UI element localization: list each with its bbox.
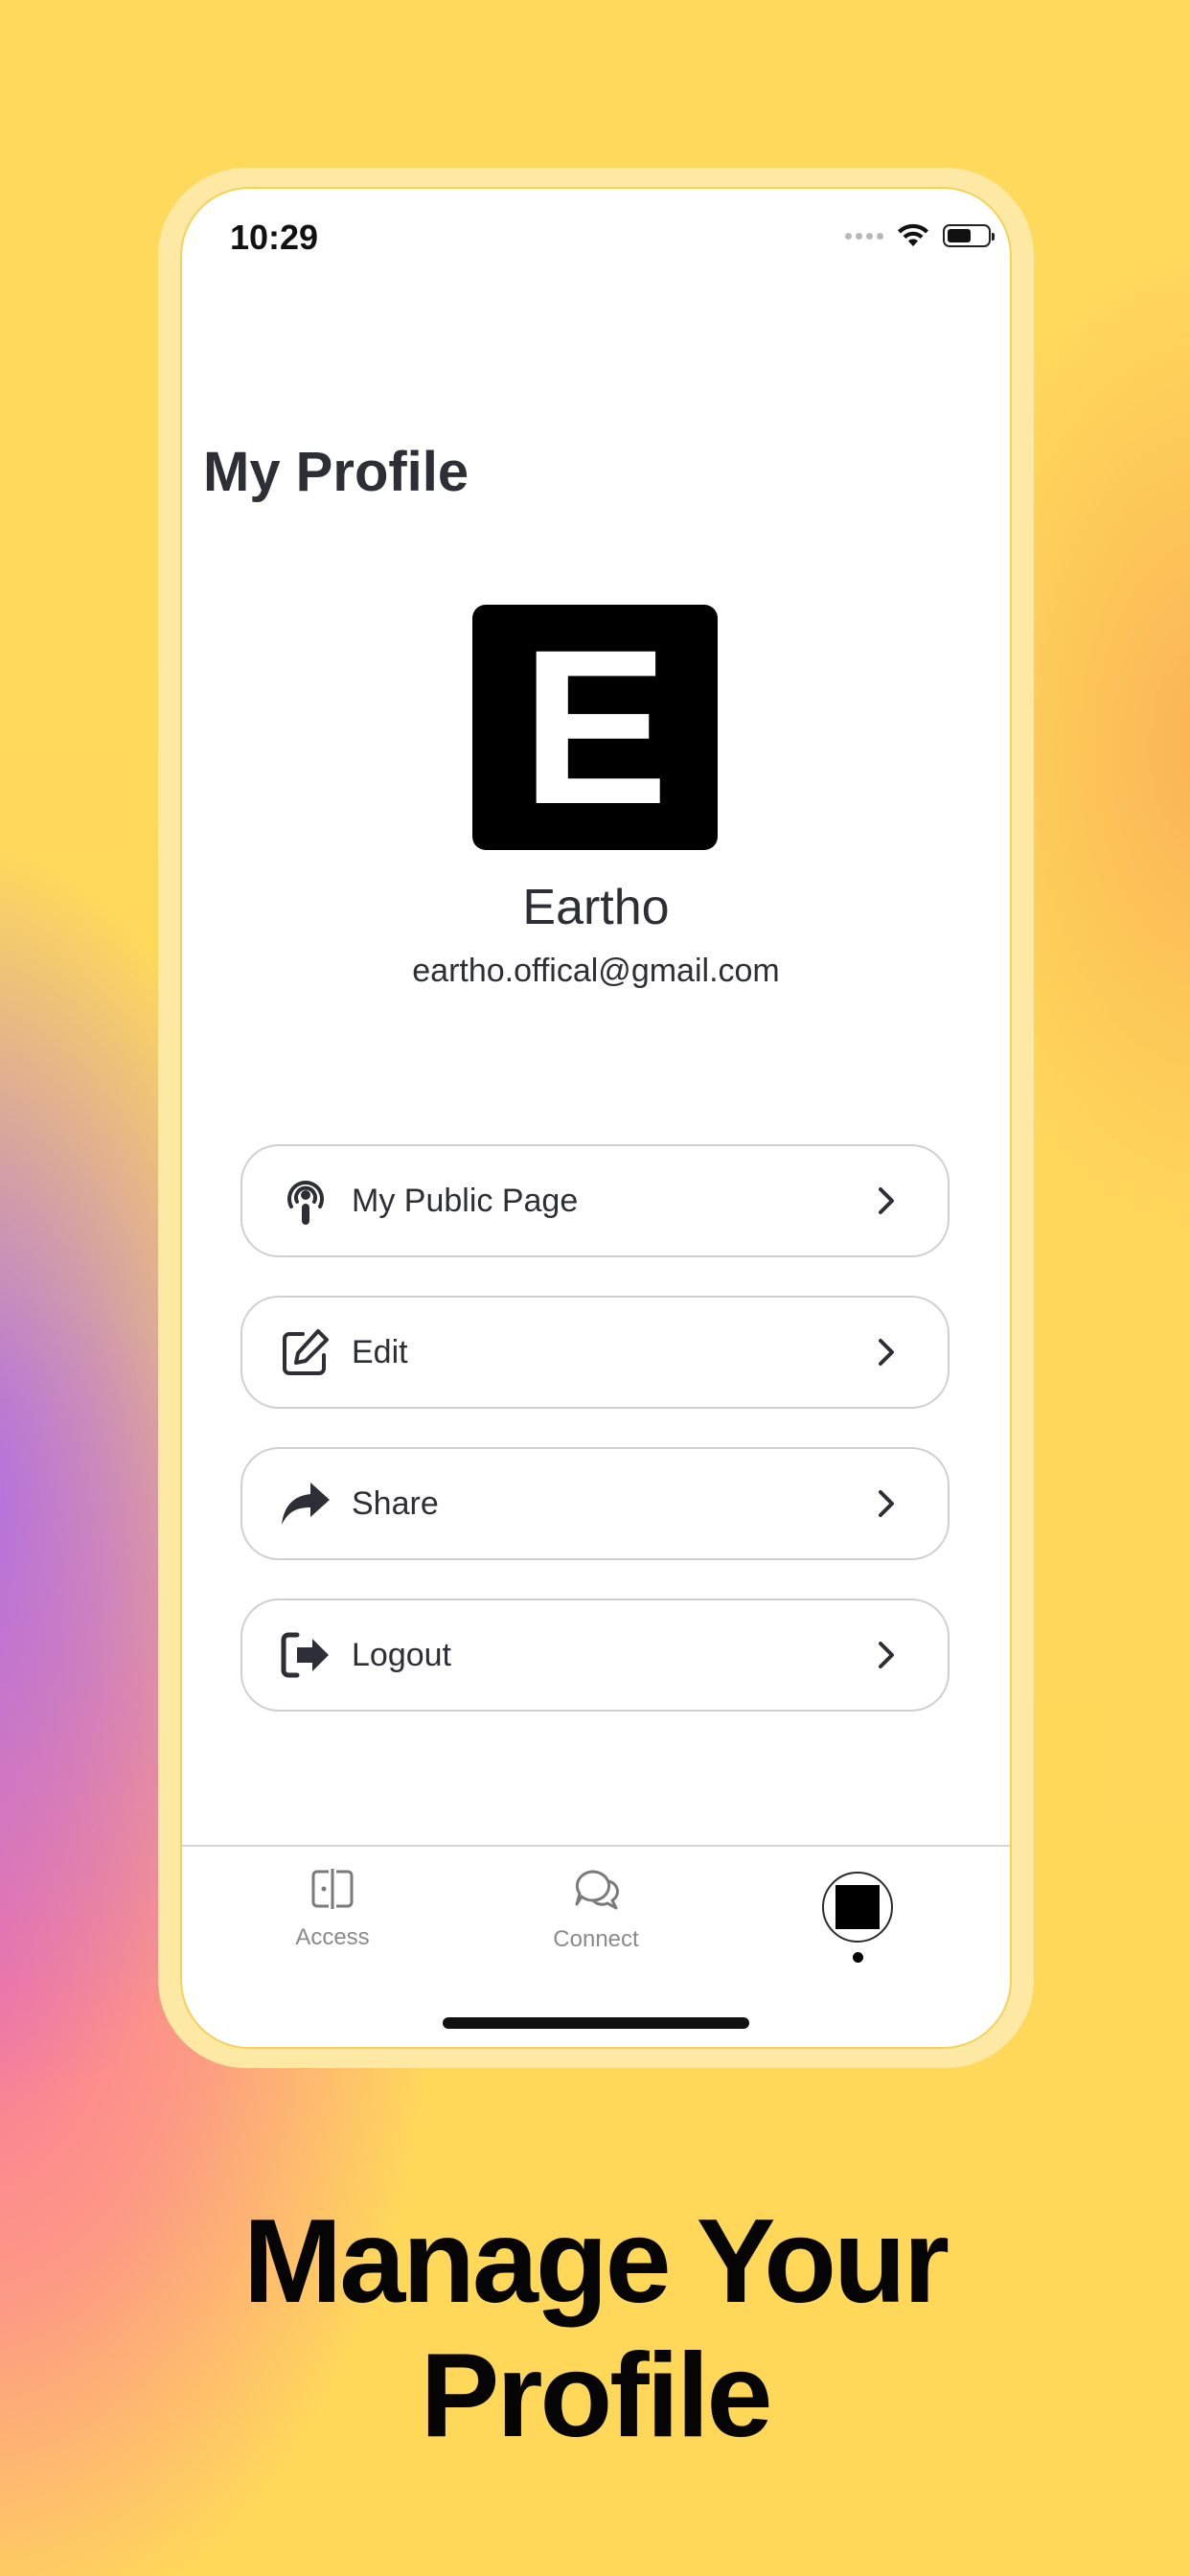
headline-line-2: Profile: [420, 2330, 773, 2462]
menu-item-label: Edit: [352, 1333, 408, 1370]
avatar-letter: E: [521, 604, 669, 850]
cellular-signal-icon: [845, 232, 883, 240]
tab-profile[interactable]: [822, 1872, 893, 1943]
edit-pencil-icon: [279, 1325, 332, 1379]
page-title: My Profile: [203, 441, 469, 503]
podcast-broadcast-icon: [279, 1174, 332, 1228]
marketing-headline: Manage Your Profile: [0, 2195, 1190, 2463]
tab-bar: Access Connect: [182, 1845, 1010, 1971]
phone-screen: 10:29 My Profile E Eartho eartho.offical…: [182, 189, 1010, 2047]
home-indicator: [443, 2017, 749, 2029]
chevron-right-icon: [873, 1490, 900, 1517]
menu-item-label: Logout: [352, 1636, 451, 1673]
profile-avatar-icon: [835, 1885, 880, 1929]
menu-item-logout[interactable]: Logout: [240, 1598, 950, 1712]
menu-item-label: My Public Page: [352, 1182, 579, 1219]
logout-icon: [279, 1628, 332, 1682]
wifi-icon: [898, 223, 928, 246]
active-tab-indicator: [853, 1952, 863, 1963]
tab-label: Connect: [553, 1926, 639, 1952]
tab-access[interactable]: Access: [237, 1868, 428, 1951]
menu-item-edit[interactable]: Edit: [240, 1296, 950, 1409]
profile-avatar: E: [472, 605, 718, 850]
chat-bubbles-icon: [575, 1870, 619, 1910]
menu-item-label: Share: [352, 1484, 439, 1522]
battery-icon: [943, 224, 995, 247]
chevron-right-icon: [873, 1187, 900, 1214]
headline-line-1: Manage Your: [242, 2196, 950, 2328]
profile-name: Eartho: [522, 880, 670, 935]
menu-item-share[interactable]: Share: [240, 1447, 950, 1560]
tab-connect[interactable]: Connect: [500, 1868, 692, 1953]
status-time: 10:29: [230, 218, 319, 257]
chevron-right-icon: [873, 1339, 900, 1366]
status-icons: [845, 223, 995, 248]
profile-email: eartho.offical@gmail.com: [412, 953, 780, 989]
chevron-right-icon: [873, 1642, 900, 1668]
menu-item-public-page[interactable]: My Public Page: [240, 1144, 950, 1257]
access-icon: [311, 1869, 354, 1909]
tab-label: Access: [295, 1924, 370, 1950]
share-arrow-icon: [279, 1477, 332, 1530]
